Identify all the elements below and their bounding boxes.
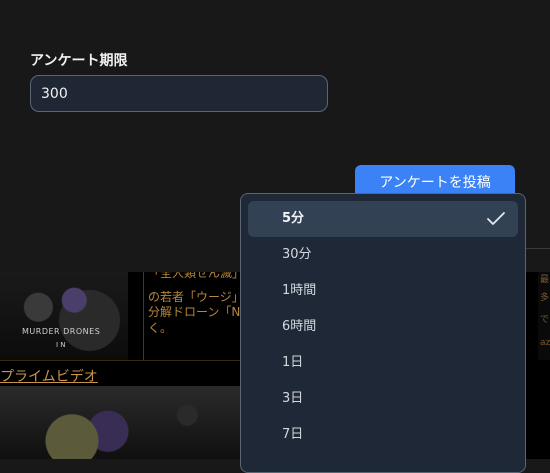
prime-video-link[interactable]: プライムビデオ xyxy=(0,366,98,386)
divider xyxy=(0,360,240,361)
right-column-glyph: az xyxy=(540,338,550,348)
video-thumbnail[interactable]: MURDER DRONES I N xyxy=(0,272,128,360)
option-label: 3日 xyxy=(282,391,304,406)
option-label: 5分 xyxy=(282,211,305,226)
option-label: 7日 xyxy=(282,427,304,442)
poll-deadline-input[interactable] xyxy=(30,75,328,112)
thumbnail-subtitle: I N xyxy=(56,341,66,349)
option-label: 1時間 xyxy=(282,283,317,298)
option-label: 1日 xyxy=(282,355,304,370)
check-icon xyxy=(487,212,505,225)
right-column-glyph: 最 xyxy=(540,275,550,285)
poll-deadline-label: アンケート期限 xyxy=(30,53,128,69)
option-1day[interactable]: 1日 xyxy=(248,345,518,381)
option-3days[interactable]: 3日 xyxy=(248,381,518,417)
synopsis-line: く。 xyxy=(148,321,173,335)
option-1hour[interactable]: 1時間 xyxy=(248,273,518,309)
right-column-glyph: で xyxy=(540,315,550,325)
divider xyxy=(524,248,550,249)
right-column-glyph: 多 xyxy=(540,293,550,303)
video-thumbnail[interactable] xyxy=(0,386,240,459)
deadline-dropdown-menu: 5分 30分 1時間 6時間 1日 3日 7日 xyxy=(240,193,526,473)
option-label: 30分 xyxy=(282,247,312,262)
option-5min[interactable]: 5分 xyxy=(248,201,518,237)
option-label: 6時間 xyxy=(282,319,317,334)
option-6hours[interactable]: 6時間 xyxy=(248,309,518,345)
divider xyxy=(143,272,144,360)
synopsis-line: 分解ドローン「N xyxy=(148,305,241,319)
option-30min[interactable]: 30分 xyxy=(248,237,518,273)
thumbnail-title: MURDER DRONES xyxy=(22,327,101,336)
option-7days[interactable]: 7日 xyxy=(248,417,518,453)
